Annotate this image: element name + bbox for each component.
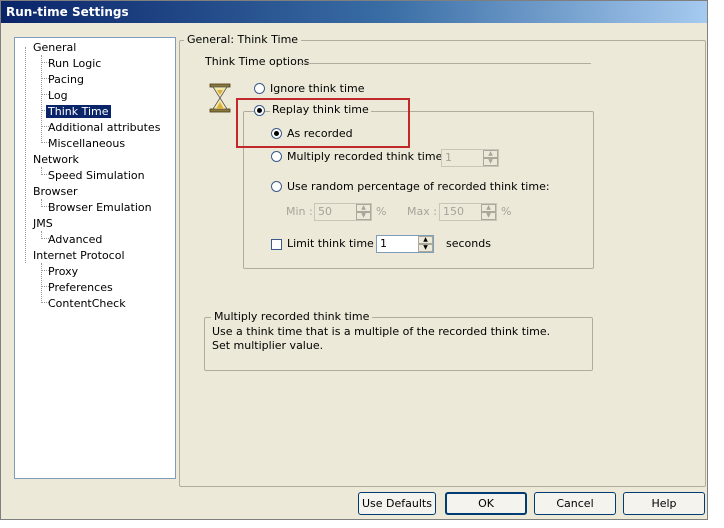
description-line-2: Set multiplier value. <box>212 339 324 352</box>
random-percentage-radio[interactable] <box>271 181 282 192</box>
tree-item-internet-protocol[interactable]: Internet Protocol <box>33 248 125 263</box>
chevron-down-icon[interactable]: ▼ <box>483 158 498 166</box>
min-percent-label: % <box>376 205 387 218</box>
tree-item-jms[interactable]: JMS <box>33 216 53 231</box>
chevron-up-icon[interactable]: ▲ <box>483 150 498 158</box>
tree-item-browser[interactable]: Browser <box>33 184 78 199</box>
settings-tree[interactable]: General Run Logic Pacing Log Think Time … <box>14 37 176 479</box>
panel-header: General: Think Time <box>184 33 302 47</box>
chevron-up-icon[interactable]: ▲ <box>481 204 496 212</box>
multiply-label: Multiply recorded think time by: <box>287 150 463 163</box>
think-time-options-title: Think Time options <box>205 55 310 68</box>
highlight-box <box>236 98 410 148</box>
tree-item-contentcheck[interactable]: ContentCheck <box>48 296 126 311</box>
ignore-think-time-label: Ignore think time <box>270 82 365 95</box>
tree-item-general[interactable]: General <box>33 40 76 55</box>
max-percent-label: % <box>501 205 512 218</box>
tree-item-run-logic[interactable]: Run Logic <box>48 56 101 71</box>
tree-item-speed-simulation[interactable]: Speed Simulation <box>48 168 145 183</box>
min-stepper[interactable]: 50 ▲ ▼ <box>314 203 372 221</box>
run-time-settings-dialog: Run-time Settings General Run Logic Paci… <box>0 0 708 520</box>
limit-think-time-stepper[interactable]: 1 ▲ ▼ <box>376 235 434 253</box>
limit-think-time-checkbox[interactable] <box>271 239 282 250</box>
ignore-think-time-radio[interactable] <box>254 83 265 94</box>
tree-item-proxy[interactable]: Proxy <box>48 264 78 279</box>
chevron-up-icon[interactable]: ▲ <box>418 236 433 244</box>
description-title: Multiply recorded think time <box>211 310 373 324</box>
tree-item-advanced[interactable]: Advanced <box>48 232 102 247</box>
options-separator <box>299 63 591 64</box>
chevron-down-icon[interactable]: ▼ <box>418 244 433 252</box>
tree-item-browser-emulation[interactable]: Browser Emulation <box>48 200 152 215</box>
max-label: Max : <box>407 205 437 218</box>
chevron-up-icon[interactable]: ▲ <box>356 204 371 212</box>
help-button[interactable]: Help <box>623 492 705 515</box>
min-label: Min : <box>286 205 313 218</box>
tree-item-miscellaneous[interactable]: Miscellaneous <box>48 136 125 151</box>
ok-button[interactable]: OK <box>445 492 527 515</box>
use-defaults-button[interactable]: Use Defaults <box>358 492 436 515</box>
cancel-button[interactable]: Cancel <box>534 492 616 515</box>
tree-item-additional-attributes[interactable]: Additional attributes <box>48 120 160 135</box>
think-time-panel: General: Think Time Think Time options I… <box>179 33 707 487</box>
max-stepper[interactable]: 150 ▲ ▼ <box>439 203 497 221</box>
tree-item-network[interactable]: Network <box>33 152 79 167</box>
tree-item-preferences[interactable]: Preferences <box>48 280 113 295</box>
window-title: Run-time Settings <box>1 1 707 23</box>
hourglass-icon <box>209 83 231 113</box>
random-percentage-label: Use random percentage of recorded think … <box>287 180 550 193</box>
multiply-stepper[interactable]: 1 ▲ ▼ <box>441 149 499 167</box>
description-line-1: Use a think time that is a multiple of t… <box>212 325 551 338</box>
chevron-down-icon[interactable]: ▼ <box>481 212 496 220</box>
chevron-down-icon[interactable]: ▼ <box>356 212 371 220</box>
seconds-label: seconds <box>446 237 491 250</box>
tree-item-think-time[interactable]: Think Time <box>46 104 111 119</box>
tree-item-log[interactable]: Log <box>48 88 68 103</box>
tree-item-pacing[interactable]: Pacing <box>48 72 84 87</box>
multiply-radio[interactable] <box>271 151 282 162</box>
